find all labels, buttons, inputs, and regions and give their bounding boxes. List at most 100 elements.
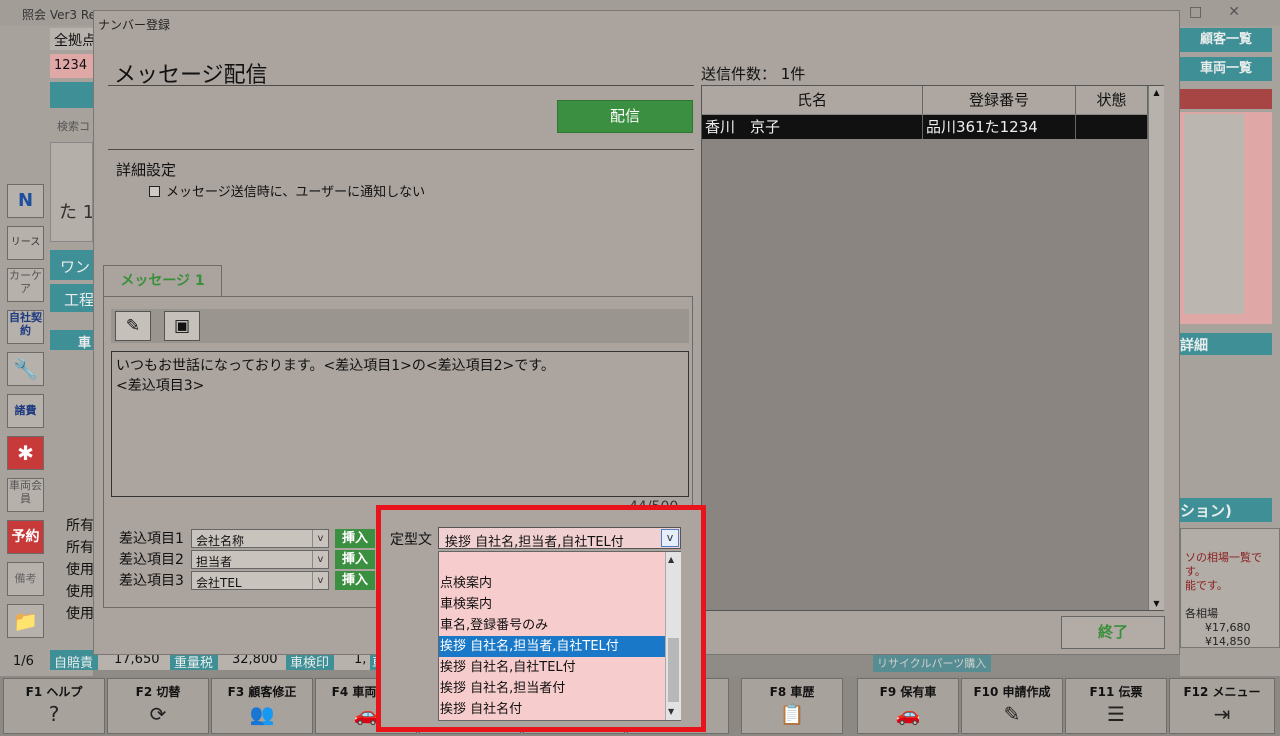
branch-header: 全拠点 bbox=[50, 28, 93, 50]
edit-text-icon[interactable]: ✎ bbox=[115, 311, 151, 341]
insert-field-select-3[interactable]: 会社TEL v bbox=[191, 571, 329, 590]
owner-row: 使用 bbox=[66, 562, 94, 578]
fkey-label: F2 切替 bbox=[135, 685, 181, 699]
search-label: 検索コ bbox=[57, 120, 90, 133]
image-icon[interactable]: ▣ bbox=[164, 311, 200, 341]
insert-field-select-1[interactable]: 会社名称 v bbox=[191, 529, 329, 548]
company-contract-icon[interactable]: 自社契約 bbox=[7, 310, 44, 344]
chevron-down-icon[interactable]: v bbox=[312, 551, 328, 568]
fkey-label: F11 伝票 bbox=[1089, 685, 1143, 699]
send-button[interactable]: 配信 bbox=[557, 100, 693, 133]
plate-preview: た 1 bbox=[50, 142, 93, 242]
wrench-icon[interactable]: 🔧 bbox=[7, 352, 44, 386]
folder-icon[interactable]: 📁 bbox=[7, 604, 44, 638]
owner-row: 所有 bbox=[66, 518, 94, 534]
notify-checkbox-row[interactable]: メッセージ送信時に、ユーザーに通知しない bbox=[149, 181, 425, 200]
f1-help-button[interactable]: F1 ヘルプ? bbox=[3, 678, 105, 734]
notify-checkbox-label: メッセージ送信時に、ユーザーに通知しない bbox=[166, 185, 426, 200]
f12-menu-button[interactable]: F12 メニュー ⇥ bbox=[1169, 678, 1275, 734]
highlight-box bbox=[376, 505, 706, 732]
code-field[interactable]: 1234 bbox=[50, 54, 93, 78]
insert-field-select-2[interactable]: 担当者 v bbox=[191, 550, 329, 569]
f3-customer-edit-button[interactable]: F3 顧客修正 👥 bbox=[211, 678, 313, 734]
notify-checkbox[interactable] bbox=[149, 186, 160, 197]
chevron-down-icon[interactable]: v bbox=[312, 530, 328, 547]
insert-button-3[interactable]: 挿入 bbox=[335, 571, 375, 590]
note-line: 能です。 bbox=[1185, 579, 1228, 592]
option-section-header: ション) bbox=[1180, 498, 1272, 522]
owner-labels: 所有 所有 使用 使用 使用 bbox=[66, 515, 94, 625]
teal-tab[interactable] bbox=[50, 82, 93, 108]
owner-row: 使用 bbox=[66, 606, 94, 622]
recipient-status bbox=[1076, 115, 1148, 139]
column-header-status[interactable]: 状態 bbox=[1076, 86, 1148, 114]
owner-row: 所有 bbox=[66, 540, 94, 556]
f9-owned-vehicles-button[interactable]: F9 保有車 🚗 bbox=[857, 678, 959, 734]
customer-list-button[interactable]: 顧客一覧 bbox=[1180, 28, 1272, 52]
clipboard-icon: 📋 bbox=[779, 702, 805, 726]
reservation-icon[interactable]: 予約 bbox=[7, 520, 44, 554]
nx-icon[interactable]: N bbox=[7, 184, 44, 218]
help-icon: ? bbox=[48, 702, 60, 726]
table-row[interactable]: 香川 京子 品川361た1234 bbox=[702, 115, 1148, 139]
list-icon: ☰ bbox=[1107, 702, 1125, 726]
divider bbox=[108, 149, 694, 150]
f10-application-button[interactable]: F10 申請作成 ✎ bbox=[961, 678, 1063, 734]
insert-button-1[interactable]: 挿入 bbox=[335, 529, 375, 548]
price-value: ¥14,850 bbox=[1205, 635, 1251, 648]
fkey-label: F9 保有車 bbox=[879, 685, 937, 699]
emblem-icon[interactable]: ✱ bbox=[7, 436, 44, 470]
tab-message-1[interactable]: メッセージ 1 bbox=[103, 265, 222, 297]
dialog-title: ナンバー登録 bbox=[98, 18, 171, 32]
memo-text-area[interactable] bbox=[1184, 114, 1244, 314]
memo-pane[interactable] bbox=[1180, 112, 1272, 324]
price-header: 各相場 bbox=[1185, 607, 1218, 620]
f8-history-button[interactable]: F8 車歴 📋 bbox=[741, 678, 843, 734]
scroll-down-icon[interactable]: ▼ bbox=[1149, 599, 1164, 608]
fkey-label: F1 ヘルプ bbox=[25, 685, 83, 699]
exit-icon: ⇥ bbox=[1213, 702, 1231, 726]
column-header-plate[interactable]: 登録番号 bbox=[923, 86, 1076, 114]
insert-field-value: 担当者 bbox=[196, 555, 233, 569]
insert-field-label-2: 差込項目2 bbox=[119, 552, 184, 568]
alert-strip bbox=[1180, 89, 1272, 109]
refresh-icon: ⟳ bbox=[149, 702, 167, 726]
edit-document-icon: ✎ bbox=[1003, 702, 1021, 726]
row-label-0: ワン bbox=[50, 250, 93, 280]
insert-button-2[interactable]: 挿入 bbox=[335, 550, 375, 569]
end-button[interactable]: 終了 bbox=[1061, 616, 1165, 649]
page-indicator: 1/6 bbox=[13, 654, 34, 669]
fkey-label: F12 メニュー bbox=[1183, 685, 1261, 699]
fkey-label: F10 申請作成 bbox=[973, 685, 1051, 699]
carcare-icon[interactable]: カーケア bbox=[7, 268, 44, 302]
lease-icon[interactable]: リース bbox=[7, 226, 44, 260]
recipient-list-header: 氏名 登録番号 状態 bbox=[702, 86, 1148, 114]
insert-field-label-1: 差込項目1 bbox=[119, 531, 184, 547]
users-icon: 👥 bbox=[249, 702, 275, 726]
vehicle-member-icon[interactable]: 車両会員 bbox=[7, 478, 44, 512]
price-value: ¥17,680 bbox=[1205, 621, 1251, 634]
f11-slip-button[interactable]: F11 伝票 ☰ bbox=[1065, 678, 1167, 734]
detail-section-header: 詳細 bbox=[1180, 333, 1272, 355]
recipient-plate: 品川361た1234 bbox=[923, 115, 1076, 139]
message-textarea[interactable]: いつもお世話になっております。<差込項目1>の<差込項目2>です。 <差込項目3… bbox=[111, 351, 689, 497]
scroll-up-icon[interactable]: ▲ bbox=[1149, 88, 1164, 97]
column-header-name[interactable]: 氏名 bbox=[702, 86, 923, 114]
expenses-icon[interactable]: 諸費 bbox=[7, 394, 44, 428]
recipient-list[interactable]: 氏名 登録番号 状態 香川 京子 品川361た1234 ▲ ▼ bbox=[701, 85, 1164, 611]
price-window: ソの相場一覧です。 能です。 各相場 ¥17,680 ¥14,850 bbox=[1180, 528, 1280, 648]
chevron-down-icon[interactable]: v bbox=[312, 572, 328, 589]
f2-switch-button[interactable]: F2 切替 ⟳ bbox=[107, 678, 209, 734]
editor-toolbar: ✎ ▣ bbox=[111, 309, 689, 343]
insert-field-value: 会社TEL bbox=[196, 576, 242, 590]
owner-row: 使用 bbox=[66, 584, 94, 600]
recycle-parts-button[interactable]: リサイクルパーツ購入 bbox=[873, 652, 991, 672]
recipient-list-scrollbar[interactable]: ▲ ▼ bbox=[1148, 86, 1164, 610]
vehicle-list-button[interactable]: 車両一覧 bbox=[1180, 57, 1272, 81]
note-line: ソの相場一覧です。 bbox=[1185, 551, 1262, 578]
detail-settings-label: 詳細設定 bbox=[116, 161, 177, 179]
notes-icon[interactable]: 備考 bbox=[7, 562, 44, 596]
fkey-label: F8 車歴 bbox=[769, 685, 815, 699]
send-count: 送信件数： 1件 bbox=[701, 65, 806, 83]
recipient-name: 香川 京子 bbox=[702, 115, 923, 139]
